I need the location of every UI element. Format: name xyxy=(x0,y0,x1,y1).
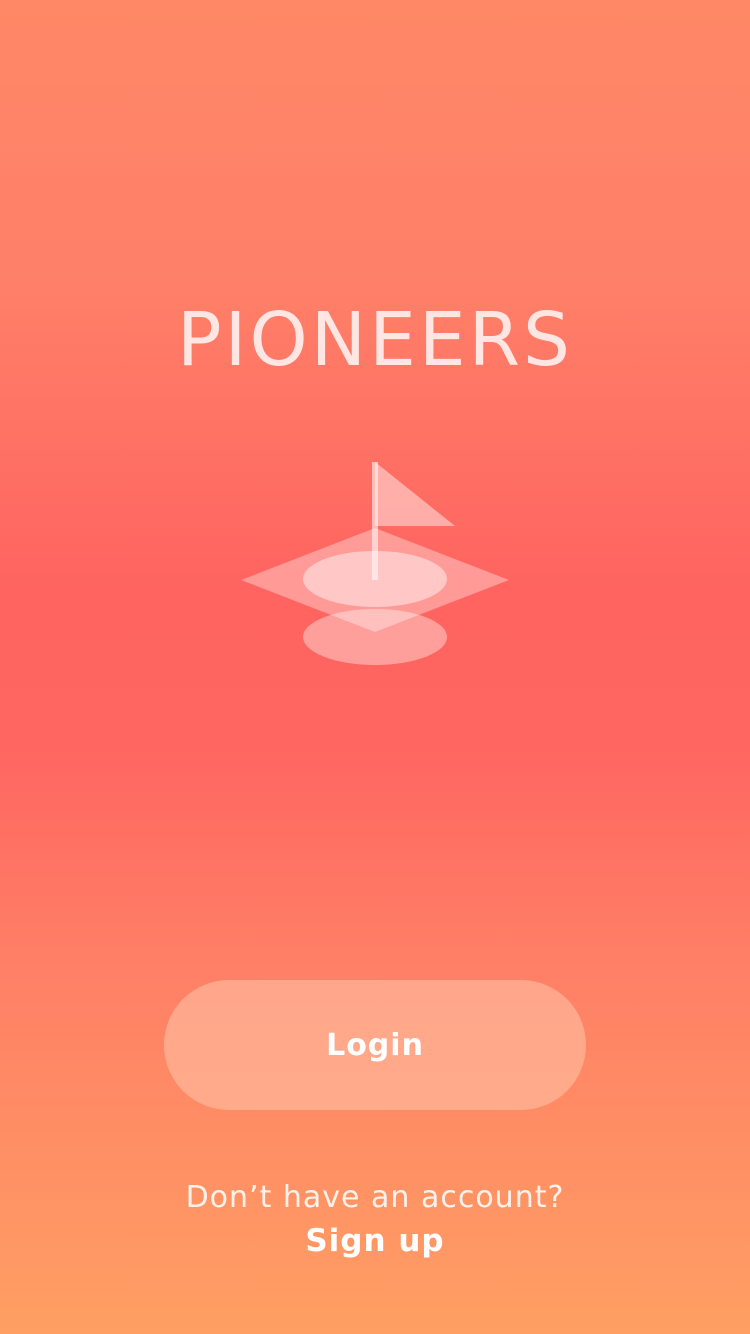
login-button-label: Login xyxy=(326,1027,424,1063)
signup-link[interactable]: Sign up xyxy=(0,1221,750,1261)
login-screen: PIONEERS Login Don’t have an account? Si… xyxy=(0,0,750,1334)
signup-prompt-text: Don’t have an account? xyxy=(185,1180,565,1215)
app-title: PIONEERS xyxy=(177,297,573,383)
login-button[interactable]: Login xyxy=(164,980,586,1110)
golf-flag-icon xyxy=(241,462,509,665)
